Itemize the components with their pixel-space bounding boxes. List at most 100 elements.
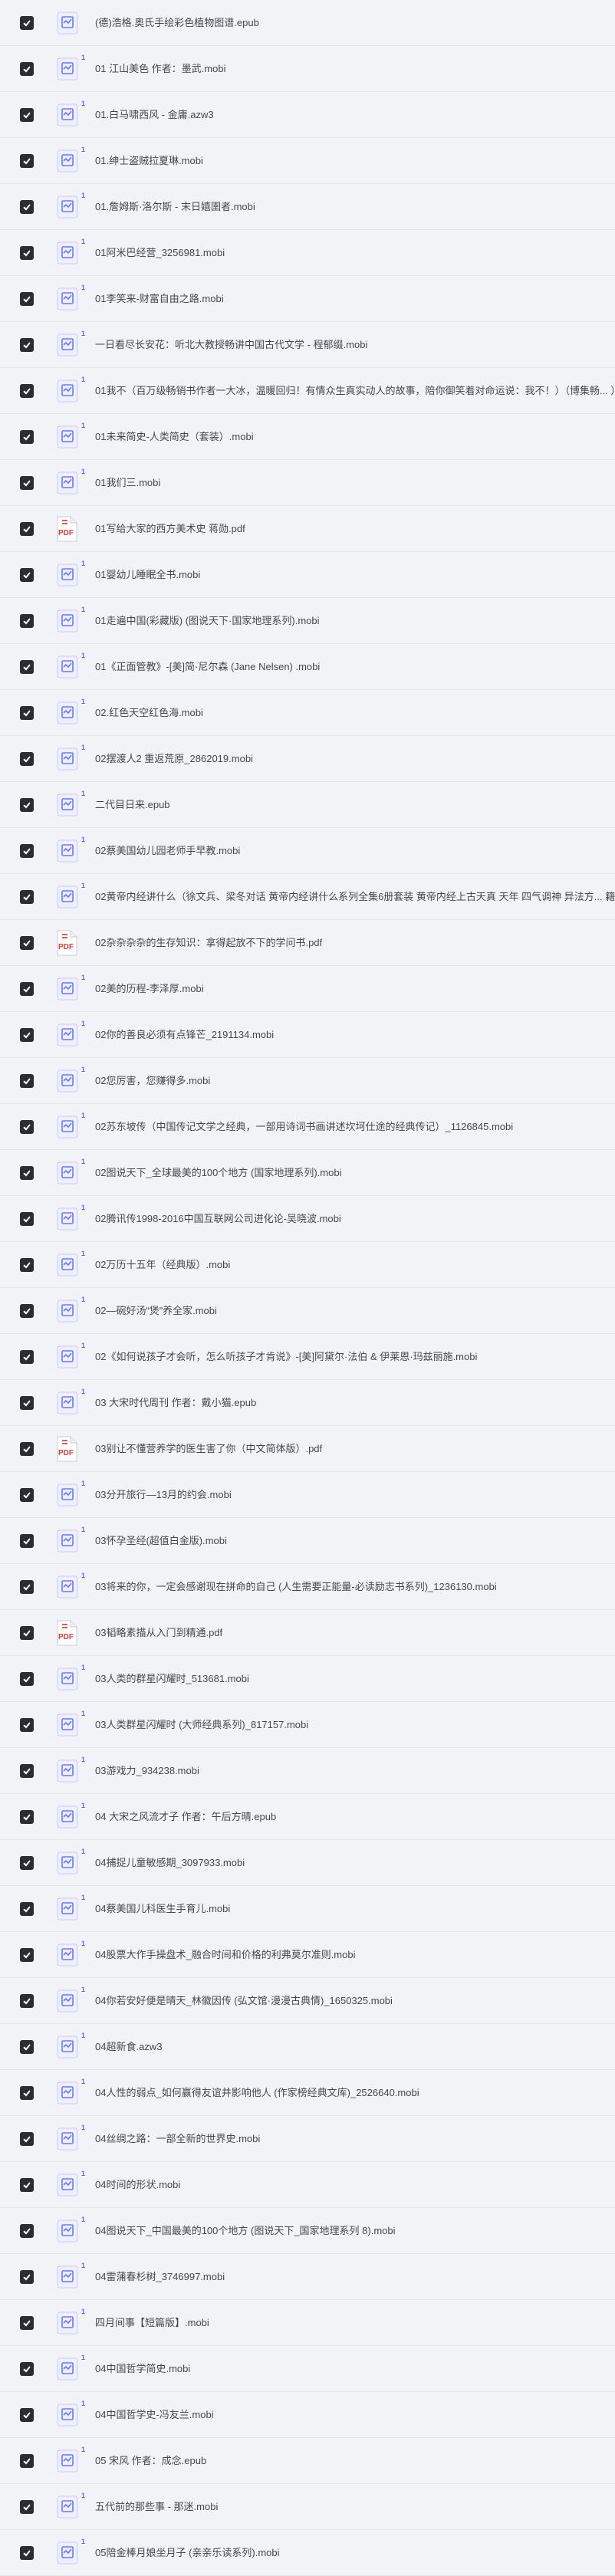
checkbox[interactable] bbox=[20, 1073, 34, 1088]
file-name[interactable]: 五代前的那些事 - 那迷.mobi bbox=[95, 2501, 615, 2513]
checkbox[interactable] bbox=[20, 1717, 34, 1732]
file-name[interactable]: 02—碗好汤“煲”养全家.mobi bbox=[95, 1305, 615, 1317]
file-name[interactable]: 一日看尽长安花：听北大教授畅讲中国古代文学 - 程郁缀.mobi bbox=[95, 339, 615, 351]
file-name[interactable]: 05陪金棒月娘坐月子 (亲亲乐读系列).mobi bbox=[95, 2547, 615, 2559]
checkbox[interactable] bbox=[20, 1027, 34, 1042]
file-row[interactable]: 1 02您厉害，您赚得多.mobi bbox=[0, 1058, 615, 1104]
file-name[interactable]: 03 大宋时代周刊 作者：戴小猫.epub bbox=[95, 1397, 615, 1409]
checkbox[interactable] bbox=[20, 889, 34, 904]
file-name[interactable]: 03分开旅行—13月的约会.mobi bbox=[95, 1489, 615, 1501]
file-row[interactable]: PDF 01写给大家的西方美术史 蒋勋.pdf bbox=[0, 506, 615, 552]
checkbox[interactable] bbox=[20, 291, 34, 306]
file-row[interactable]: 1 04中国哲学简史.mobi bbox=[0, 2346, 615, 2392]
checkbox[interactable] bbox=[20, 1349, 34, 1364]
file-name[interactable]: 04中国哲学简史.mobi bbox=[95, 2363, 615, 2375]
file-row[interactable]: 1 01我不（百万级畅销书作者一大冰，温暖回归！有情众生真实动人的故事，陪你御笑… bbox=[0, 368, 615, 414]
file-name[interactable]: 02.红色天空红色海.mobi bbox=[95, 707, 615, 719]
checkbox[interactable] bbox=[20, 1487, 34, 1502]
checkbox[interactable] bbox=[20, 2453, 34, 2468]
checkbox[interactable] bbox=[20, 935, 34, 950]
file-row[interactable]: 1 04雷蒲春杉树_3746997.mobi bbox=[0, 2254, 615, 2300]
file-name[interactable]: 02你的善良必须有点锋芒_2191134.mobi bbox=[95, 1029, 615, 1041]
file-name[interactable]: 02美的历程-李泽厚.mobi bbox=[95, 983, 615, 995]
file-row[interactable]: 1 01 江山美色 作者：墨武.mobi bbox=[0, 46, 615, 92]
file-name[interactable]: 二代目日来.epub bbox=[95, 799, 615, 811]
file-row[interactable]: 1 04蔡美国儿科医生手育儿.mobi bbox=[0, 1886, 615, 1932]
checkbox[interactable] bbox=[20, 1303, 34, 1318]
file-name[interactable]: 01我们三.mobi bbox=[95, 477, 615, 489]
file-row[interactable]: 1 二代目日来.epub bbox=[0, 782, 615, 828]
checkbox[interactable] bbox=[20, 1211, 34, 1226]
checkbox[interactable] bbox=[20, 475, 34, 490]
file-row[interactable]: 1 03 大宋时代周刊 作者：戴小猫.epub bbox=[0, 1380, 615, 1426]
file-row[interactable]: 1 五代前的那些事 - 那迷.mobi bbox=[0, 2484, 615, 2530]
checkbox[interactable] bbox=[20, 199, 34, 214]
checkbox[interactable] bbox=[20, 1395, 34, 1410]
file-row[interactable]: 1 01.白马啸西风 - 金庸.azw3 bbox=[0, 92, 615, 138]
file-name[interactable]: 03将来的你，一定会感谢现在拼命的自己 (人生需要正能量-必读励志书系列)_12… bbox=[95, 1581, 615, 1593]
file-name[interactable]: 04雷蒲春杉树_3746997.mobi bbox=[95, 2271, 615, 2283]
file-row[interactable]: 1 02摆渡人2 重返荒原_2862019.mobi bbox=[0, 736, 615, 782]
file-name[interactable]: 04图说天下_中国最美的100个地方 (图说天下_国家地理系列 8).mobi bbox=[95, 2225, 615, 2237]
checkbox[interactable] bbox=[20, 1119, 34, 1134]
checkbox[interactable] bbox=[20, 2545, 34, 2560]
file-row[interactable]: 1 04超新食.azw3 bbox=[0, 2024, 615, 2070]
checkbox[interactable] bbox=[20, 705, 34, 720]
file-name[interactable]: 04人性的弱点_如何赢得友谊并影响他人 (作家榜经典文库)_2526640.mo… bbox=[95, 2087, 615, 2099]
checkbox[interactable] bbox=[20, 337, 34, 352]
file-name[interactable]: 02苏东坡传（中国传记文学之经典，一部用诗词书画讲述坎坷仕途的经典传记）_112… bbox=[95, 1121, 615, 1133]
file-row[interactable]: PDF 02杂杂杂杂的生存知识：拿得起放不下的学问书.pdf bbox=[0, 920, 615, 966]
checkbox[interactable] bbox=[20, 2269, 34, 2284]
checkbox[interactable] bbox=[20, 107, 34, 122]
file-name[interactable]: 01走遍中国(彩藏版) (图说天下·国家地理系列).mobi bbox=[95, 615, 615, 627]
file-row[interactable]: 1 05 宋风 作者：成念.epub bbox=[0, 2438, 615, 2484]
file-name[interactable]: 04你若安好便是晴天_林徽因传 (弘文馆·漫漫古典情)_1650325.mobi bbox=[95, 1995, 615, 2007]
file-name[interactable]: 04中国哲学史-冯友兰.mobi bbox=[95, 2409, 615, 2421]
file-row[interactable]: 1 03分开旅行—13月的约会.mobi bbox=[0, 1472, 615, 1518]
file-name[interactable]: 01未来简史-人类简史（套装）.mobi bbox=[95, 431, 615, 443]
checkbox[interactable] bbox=[20, 153, 34, 168]
file-name[interactable]: (德)浩格.奥氏手绘彩色植物图谱.epub bbox=[95, 17, 615, 29]
file-row[interactable]: PDF 03韬略素描从入门到精通.pdf bbox=[0, 1610, 615, 1656]
file-name[interactable]: 01 江山美色 作者：墨武.mobi bbox=[95, 63, 615, 75]
file-name[interactable]: 04捕捉儿童敏感期_3097933.mobi bbox=[95, 1857, 615, 1869]
file-name[interactable]: 04丝绸之路：一部全新的世界史.mobi bbox=[95, 2133, 615, 2145]
checkbox[interactable] bbox=[20, 1257, 34, 1272]
file-name[interactable]: 01.绅士盗贼拉夏琳.mobi bbox=[95, 155, 615, 167]
file-name[interactable]: 01婴幼儿睡眠全书.mobi bbox=[95, 569, 615, 581]
checkbox[interactable] bbox=[20, 15, 34, 30]
file-row[interactable]: 1 01阿米巴经营_3256981.mobi bbox=[0, 230, 615, 276]
file-row[interactable]: (德)浩格.奥氏手绘彩色植物图谱.epub bbox=[0, 0, 615, 46]
file-name[interactable]: 02蔡美国幼儿园老师手早教.mobi bbox=[95, 845, 615, 857]
file-name[interactable]: 02您厉害，您赚得多.mobi bbox=[95, 1075, 615, 1087]
file-row[interactable]: 1 02蔡美国幼儿园老师手早教.mobi bbox=[0, 828, 615, 874]
file-row[interactable]: 1 01.詹姆斯·洛尔斯 - 末日嬉圉者.mobi bbox=[0, 184, 615, 230]
file-row[interactable]: 1 01走遍中国(彩藏版) (图说天下·国家地理系列).mobi bbox=[0, 598, 615, 644]
file-row[interactable]: 1 03将来的你，一定会感谢现在拼命的自己 (人生需要正能量-必读励志书系列)_… bbox=[0, 1564, 615, 1610]
file-name[interactable]: 03游戏力_934238.mobi bbox=[95, 1765, 615, 1777]
file-name[interactable]: 02摆渡人2 重返荒原_2862019.mobi bbox=[95, 753, 615, 765]
file-name[interactable]: 01写给大家的西方美术史 蒋勋.pdf bbox=[95, 523, 615, 535]
checkbox[interactable] bbox=[20, 751, 34, 766]
checkbox[interactable] bbox=[20, 1947, 34, 1962]
file-row[interactable]: 1 03怀孕圣经(超值白金版).mobi bbox=[0, 1518, 615, 1564]
file-row[interactable]: 1 04中国哲学史-冯友兰.mobi bbox=[0, 2392, 615, 2438]
checkbox[interactable] bbox=[20, 843, 34, 858]
file-name[interactable]: 02图说天下_全球最美的100个地方 (国家地理系列).mobi bbox=[95, 1167, 615, 1179]
file-row[interactable]: 1 四月间事【短篇版】.mobi bbox=[0, 2300, 615, 2346]
file-row[interactable]: 1 04丝绸之路：一部全新的世界史.mobi bbox=[0, 2116, 615, 2162]
file-row[interactable]: 1 02图说天下_全球最美的100个地方 (国家地理系列).mobi bbox=[0, 1150, 615, 1196]
file-row[interactable]: 1 01婴幼儿睡眠全书.mobi bbox=[0, 552, 615, 598]
file-row[interactable]: 1 一日看尽长安花：听北大教授畅讲中国古代文学 - 程郁缀.mobi bbox=[0, 322, 615, 368]
file-row[interactable]: 1 03游戏力_934238.mobi bbox=[0, 1748, 615, 1794]
file-name[interactable]: 02腾讯传1998-2016中国互联网公司进化论-吴晓波.mobi bbox=[95, 1213, 615, 1225]
checkbox[interactable] bbox=[20, 797, 34, 812]
checkbox[interactable] bbox=[20, 1901, 34, 1916]
file-row[interactable]: 1 03人类群星闪耀时 (大师经典系列)_817157.mobi bbox=[0, 1702, 615, 1748]
checkbox[interactable] bbox=[20, 245, 34, 260]
file-row[interactable]: 1 01《正面管教》-[美]简·尼尔森 (Jane Nelsen) .mobi bbox=[0, 644, 615, 690]
file-name[interactable]: 03韬略素描从入门到精通.pdf bbox=[95, 1627, 615, 1639]
checkbox[interactable] bbox=[20, 2131, 34, 2146]
checkbox[interactable] bbox=[20, 383, 34, 398]
file-row[interactable]: 1 01我们三.mobi bbox=[0, 460, 615, 506]
